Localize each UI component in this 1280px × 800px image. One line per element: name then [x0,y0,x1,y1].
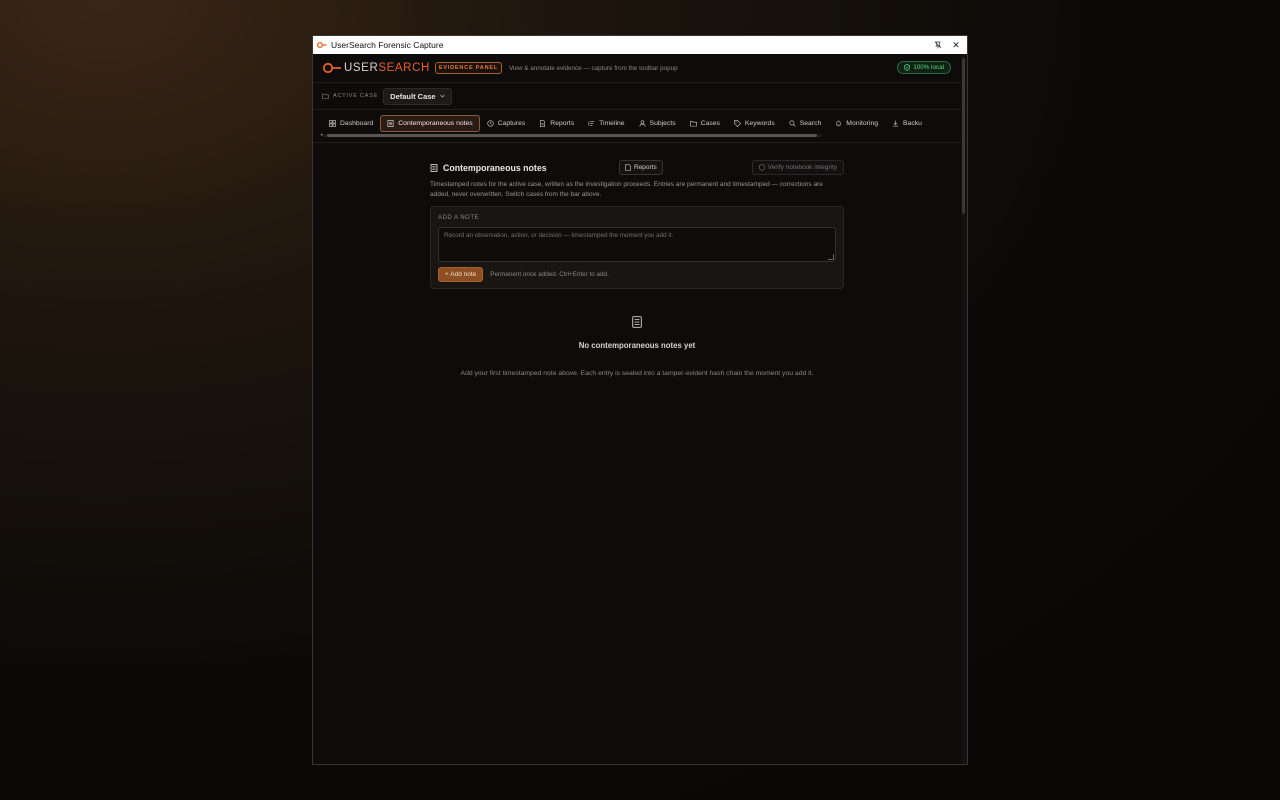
add-note-button[interactable]: + Add note [438,267,484,282]
folder-icon [322,93,329,99]
add-note-label: ADD A NOTE [438,215,480,221]
empty-notebook-icon [632,316,642,328]
note-textarea[interactable]: Record an observation, action, or decisi… [438,227,836,262]
evidence-panel-badge: EVIDENCE PANEL [434,62,502,74]
empty-state-subtitle: Add your first timestamped note above. E… [460,370,814,377]
tab-monitoring[interactable]: Monitoring [828,115,885,132]
app-logo-icon [317,41,327,49]
window-title: UserSearch Forensic Capture [331,40,444,50]
tab-search[interactable]: Search [782,115,829,132]
notebook-icon [430,164,438,172]
tab-label: Search [799,120,822,127]
case-select-value: Default Case [390,91,436,101]
tag-icon [734,120,741,127]
verify-button-label: Verify notebook integrity [767,164,837,171]
tab-label: Keywords [744,120,775,127]
add-note-card: ADD A NOTE Record an observation, action… [430,206,844,289]
logo-mark-icon [322,62,341,74]
tab-backup[interactable]: Backu [885,115,929,132]
active-case-label: ACTIVE CASE [333,93,379,99]
case-select[interactable]: Default Case [383,87,452,105]
tab-label: Monitoring [846,120,879,127]
close-button[interactable]: ✕ [947,36,965,54]
bell-icon [836,120,841,127]
tab-captures[interactable]: Captures [480,115,533,132]
tab-label: Reports [550,120,575,127]
empty-state: No contemporaneous notes yet Add your fi… [430,315,844,377]
add-note-hint: Permanent once added. Ctrl+Enter to add. [490,271,609,278]
panel-content: USERSEARCH EVIDENCE PANEL View & annotat… [313,54,961,764]
tab-label: Contemporaneous notes [398,120,473,127]
shield-icon [758,164,765,171]
history-icon [487,120,494,127]
local-status-badge: 100% local [897,61,951,74]
app-window: UserSearch Forensic Capture ✕ USERSEARCH… [312,35,968,765]
tab-label: Dashboard [340,120,374,127]
verify-integrity-button[interactable]: Verify notebook integrity [751,160,844,175]
grid-icon [329,120,336,127]
empty-state-title: No contemporaneous notes yet [578,341,696,350]
tab-label: Backu [903,120,922,127]
tab-dashboard[interactable]: Dashboard [322,115,380,132]
page-title: Contemporaneous notes [443,163,547,173]
notes-description: Timestamped notes for the active case, w… [430,181,823,198]
list-icon [588,121,595,126]
brand-logo: USERSEARCH [322,62,430,74]
local-status-text: 100% local [913,64,944,71]
tab-label: Subjects [649,120,676,127]
resize-grip-icon[interactable] [828,254,834,260]
header-tagline: View & annotate evidence — capture from … [508,64,678,72]
report-icon [540,120,546,127]
tabs-scroll-thumb[interactable] [327,134,817,137]
tab-cases[interactable]: Cases [683,115,727,132]
reports-button-label: Reports [634,164,657,171]
notes-header: Contemporaneous notes Reports Verify not… [430,160,844,176]
case-bar: ACTIVE CASE Default Case [313,83,961,110]
scroll-left-icon[interactable]: ◂ [320,132,323,138]
logo-text-search: SEARCH [378,62,430,74]
tab-subjects[interactable]: Subjects [632,115,683,132]
search-icon [789,120,796,127]
vertical-scrollbar[interactable] [961,54,967,764]
tab-list: Dashboard Contemporaneous notes Captures… [322,115,952,132]
tab-timeline[interactable]: Timeline [581,115,631,132]
chevron-down-icon [439,94,445,98]
download-icon [892,120,899,127]
shield-check-icon [904,64,911,71]
tab-keywords[interactable]: Keywords [727,115,782,132]
tab-bar: Dashboard Contemporaneous notes Captures… [313,110,961,143]
tab-label: Timeline [599,120,625,127]
tab-contemporaneous-notes[interactable]: Contemporaneous notes [380,115,480,132]
tab-label: Captures [497,120,526,127]
report-icon [625,164,631,171]
pin-icon[interactable] [929,36,947,54]
note-textarea-placeholder: Record an observation, action, or decisi… [444,232,674,239]
window-titlebar[interactable]: UserSearch Forensic Capture ✕ [313,36,967,54]
folder-icon [689,121,697,127]
reports-button[interactable]: Reports [619,160,663,175]
panel-header: USERSEARCH EVIDENCE PANEL View & annotat… [313,54,961,83]
tabs-horizontal-scrollbar[interactable]: ◂ [320,132,822,138]
logo-text-user: USER [344,62,379,74]
notes-section: Contemporaneous notes Reports Verify not… [430,160,844,377]
user-icon [639,120,645,127]
vertical-scroll-thumb[interactable] [962,58,965,214]
tab-label: Cases [700,120,720,127]
document-icon [387,120,394,127]
tab-reports[interactable]: Reports [532,115,581,132]
